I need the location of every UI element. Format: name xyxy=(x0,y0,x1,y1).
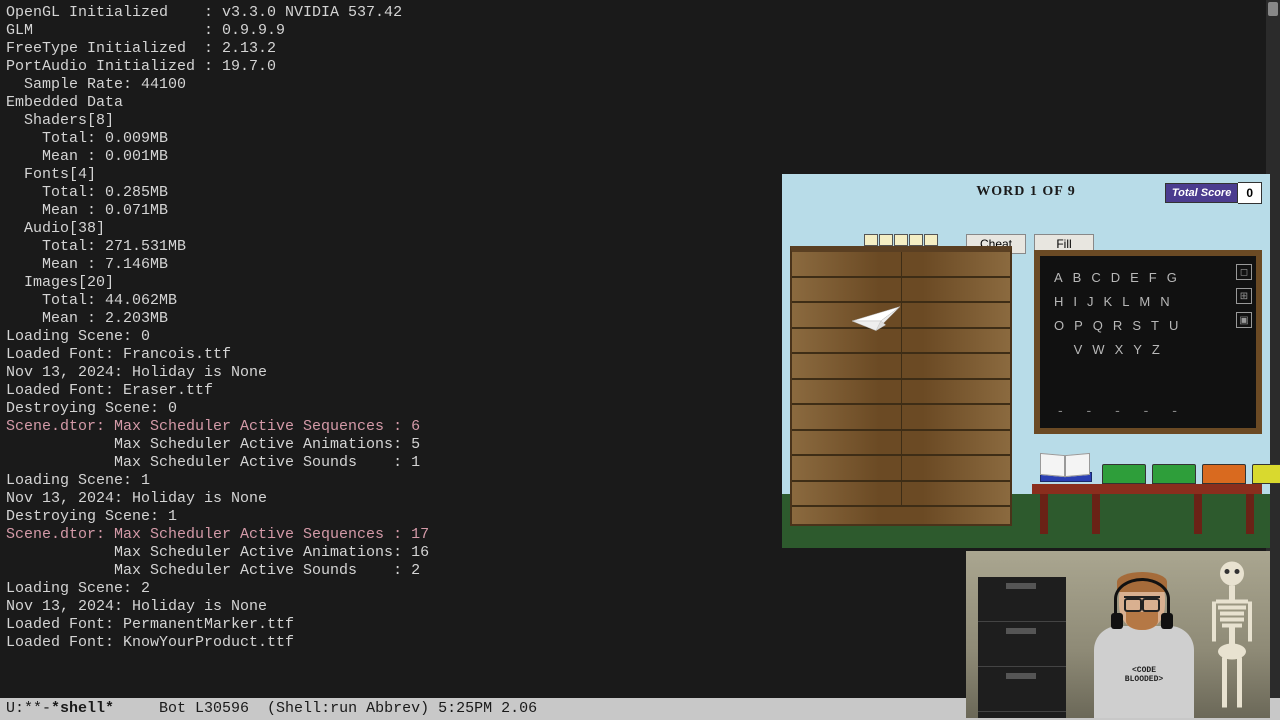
cabinet-shelf xyxy=(792,278,1010,304)
desk xyxy=(1032,454,1262,534)
shirt-text: <CODE BLOODED> xyxy=(1112,666,1176,684)
letter-o[interactable]: O xyxy=(1054,318,1074,333)
letter-box xyxy=(879,234,893,246)
letter-j[interactable]: J xyxy=(1087,294,1104,309)
letter-r[interactable]: R xyxy=(1113,318,1132,333)
cabinet-shelf xyxy=(792,380,1010,406)
mailbox-cabinet xyxy=(790,246,1012,526)
letter-box xyxy=(909,234,923,246)
letter-u[interactable]: U xyxy=(1169,318,1188,333)
chalkboard-tool-3-icon[interactable]: ▣ xyxy=(1236,312,1252,328)
terminal-line: OpenGL Initialized : v3.3.0 NVIDIA 537.4… xyxy=(6,4,1274,22)
letter-w[interactable]: W xyxy=(1092,342,1114,357)
terminal-line: GLM : 0.9.9.9 xyxy=(6,22,1274,40)
webcam-feed: <CODE BLOODED> xyxy=(966,551,1270,718)
chalkboard-tool-2-icon[interactable]: ⊞ xyxy=(1236,288,1252,304)
letter-box xyxy=(864,234,878,246)
letter-x[interactable]: X xyxy=(1115,342,1134,357)
letter-h[interactable]: H xyxy=(1054,294,1073,309)
book-2[interactable] xyxy=(1152,464,1196,484)
letter-a[interactable]: A xyxy=(1054,270,1073,285)
total-score-label: Total Score xyxy=(1165,183,1239,203)
letter-v[interactable]: V xyxy=(1074,342,1093,357)
scrollbar-thumb[interactable] xyxy=(1268,2,1278,16)
cabinet-shelf xyxy=(792,252,1010,278)
chalkboard: ABCDEFGHIJKLMNOPQRSTU VWXYZ - - - - - ◻ … xyxy=(1034,250,1262,434)
letter-box xyxy=(924,234,938,246)
terminal-line: Total: 0.009MB xyxy=(6,130,1274,148)
letter-b[interactable]: B xyxy=(1073,270,1092,285)
book-4[interactable] xyxy=(1252,464,1280,484)
filing-cabinet xyxy=(978,577,1066,718)
chalkboard-tool-1-icon[interactable]: ◻ xyxy=(1236,264,1252,280)
game-window: WORD 1 OF 9 Total Score 0 Cheat Fill ABC… xyxy=(782,174,1270,548)
letter-k[interactable]: K xyxy=(1104,294,1123,309)
terminal-line: FreeType Initialized : 2.13.2 xyxy=(6,40,1274,58)
word-blanks: - - - - - xyxy=(1058,402,1187,418)
book-1[interactable] xyxy=(1102,464,1146,484)
terminal-line: Shaders[8] xyxy=(6,112,1274,130)
letter-i[interactable]: I xyxy=(1073,294,1087,309)
cabinet-shelf xyxy=(792,431,1010,457)
terminal-line: Sample Rate: 44100 xyxy=(6,76,1274,94)
letter-q[interactable]: Q xyxy=(1093,318,1113,333)
letter-n[interactable]: N xyxy=(1160,294,1179,309)
cabinet-shelf xyxy=(792,456,1010,482)
cabinet-shelf xyxy=(792,482,1010,508)
skeleton-prop xyxy=(1202,557,1262,718)
terminal-line: PortAudio Initialized : 19.7.0 xyxy=(6,58,1274,76)
letter-s[interactable]: S xyxy=(1132,318,1151,333)
letter-l[interactable]: L xyxy=(1122,294,1139,309)
terminal-line: Mean : 0.001MB xyxy=(6,148,1274,166)
letter-t[interactable]: T xyxy=(1151,318,1169,333)
letter-m[interactable]: M xyxy=(1139,294,1160,309)
letter-c[interactable]: C xyxy=(1091,270,1110,285)
letter-g[interactable]: G xyxy=(1167,270,1187,285)
letter-f[interactable]: F xyxy=(1149,270,1167,285)
letter-z[interactable]: Z xyxy=(1152,342,1170,357)
letter-boxes xyxy=(864,234,938,246)
letter-box xyxy=(894,234,908,246)
terminal-line: Embedded Data xyxy=(6,94,1274,112)
total-score-value: 0 xyxy=(1238,182,1262,204)
total-score: Total Score 0 xyxy=(1165,183,1262,203)
open-book[interactable] xyxy=(1040,454,1090,482)
letter-p[interactable]: P xyxy=(1074,318,1093,333)
letter-e[interactable]: E xyxy=(1130,270,1149,285)
cabinet-shelf xyxy=(792,354,1010,380)
alphabet-grid: ABCDEFG HIJKLMN OPQRSTU VWXYZ xyxy=(1040,256,1256,372)
cabinet-shelf xyxy=(792,329,1010,355)
streamer-person: <CODE BLOODED> xyxy=(1084,568,1204,718)
cabinet-shelf xyxy=(792,405,1010,431)
letter-y[interactable]: Y xyxy=(1133,342,1152,357)
book-3[interactable] xyxy=(1202,464,1246,484)
cabinet-shelf xyxy=(792,303,1010,329)
letter-d[interactable]: D xyxy=(1111,270,1130,285)
